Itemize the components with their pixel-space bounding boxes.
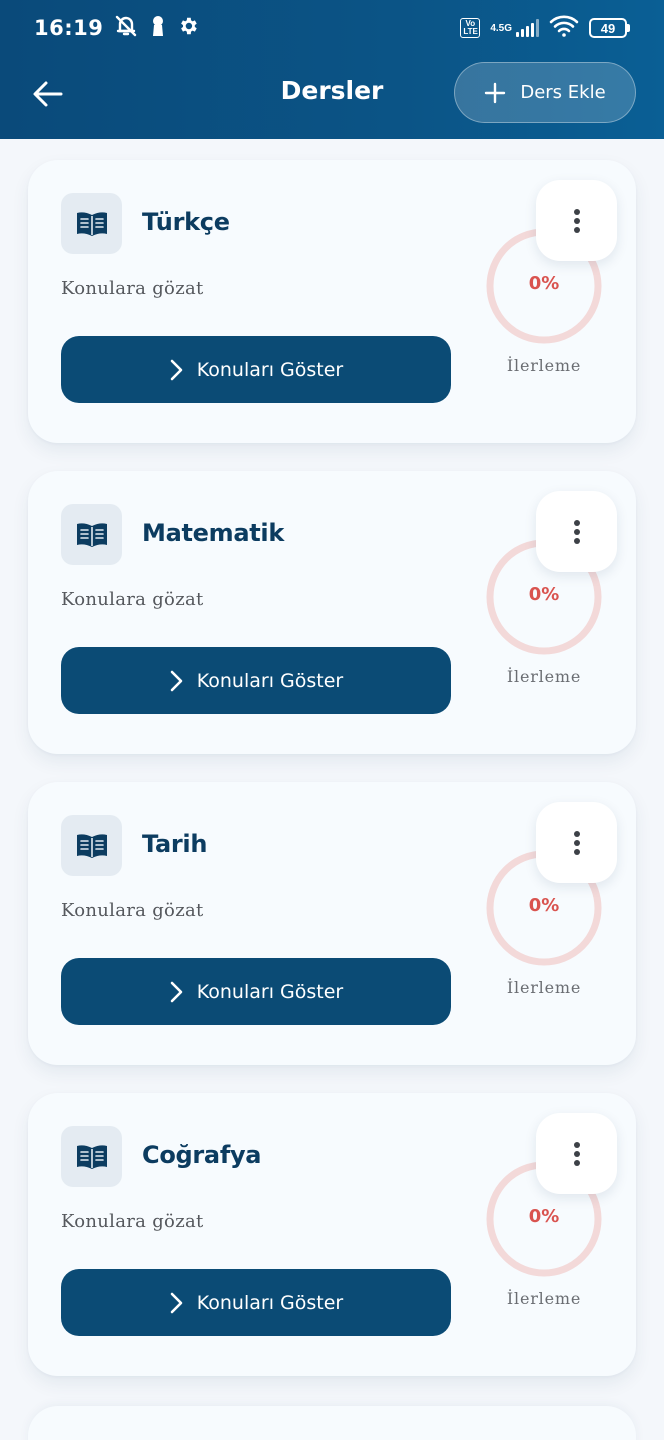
- show-topics-button[interactable]: Konuları Göster: [61, 647, 451, 714]
- wifi-icon: [549, 14, 579, 43]
- course-card: Coğrafya Konulara gözat Konuları Göster …: [28, 1093, 636, 1376]
- more-options-button[interactable]: [536, 1113, 617, 1194]
- more-options-button[interactable]: [536, 802, 617, 883]
- course-title: Matematik: [142, 519, 284, 547]
- course-subtitle: Konulara gözat: [61, 900, 204, 921]
- status-bar: 16:19 Vo LTE 4.5G 49: [0, 0, 664, 56]
- add-course-label: Ders Ekle: [520, 82, 606, 103]
- more-vertical-icon: [573, 519, 580, 544]
- show-topics-label: Konuları Göster: [196, 1291, 344, 1314]
- more-options-button[interactable]: [536, 180, 617, 261]
- chevron-right-icon: [170, 981, 183, 1002]
- course-title: Coğrafya: [142, 1141, 262, 1169]
- course-card: Türkçe Konulara gözat Konuları Göster 0%…: [28, 160, 636, 443]
- course-icon-box: [61, 504, 122, 565]
- nav-bar: Dersler Ders Ekle: [0, 56, 664, 128]
- book-icon: [76, 522, 107, 547]
- battery-icon: 49: [589, 18, 630, 38]
- plus-icon: [485, 82, 506, 103]
- progress-label: İlerleme: [506, 667, 582, 686]
- arrow-left-icon: [33, 81, 63, 107]
- course-list: Türkçe Konulara gözat Konuları Göster 0%…: [28, 160, 636, 1404]
- progress-percent: 0%: [528, 273, 560, 294]
- more-vertical-icon: [573, 830, 580, 855]
- chevron-right-icon: [170, 670, 183, 691]
- status-right-icons: Vo LTE 4.5G 49: [460, 14, 630, 43]
- course-subtitle: Konulara gözat: [61, 278, 204, 299]
- more-vertical-icon: [573, 208, 580, 233]
- course-subtitle: Konulara gözat: [61, 1211, 204, 1232]
- status-time: 16:19: [34, 16, 104, 40]
- progress-percent: 0%: [528, 1206, 560, 1227]
- settings-gear-icon: [177, 15, 199, 42]
- notification-muted-icon: [113, 13, 139, 44]
- status-left-icons: [113, 13, 199, 44]
- course-icon-box: [61, 193, 122, 254]
- show-topics-label: Konuları Göster: [196, 980, 344, 1003]
- volte-badge: Vo LTE: [460, 18, 481, 38]
- chevron-right-icon: [170, 1292, 183, 1313]
- signal-strength-icon: [516, 19, 539, 37]
- more-options-button[interactable]: [536, 491, 617, 572]
- show-topics-button[interactable]: Konuları Göster: [61, 958, 451, 1025]
- app-header: 16:19 Vo LTE 4.5G 49 Dersler Ders Ekle: [0, 0, 664, 139]
- progress-percent: 0%: [528, 895, 560, 916]
- chevron-right-icon: [170, 359, 183, 380]
- book-icon: [76, 833, 107, 858]
- course-title: Türkçe: [142, 208, 230, 236]
- show-topics-button[interactable]: Konuları Göster: [61, 1269, 451, 1336]
- course-card: Matematik Konulara gözat Konuları Göster…: [28, 471, 636, 754]
- back-button[interactable]: [28, 74, 68, 114]
- course-icon-box: [61, 1126, 122, 1187]
- progress-label: İlerleme: [506, 978, 582, 997]
- network-type: 4.5G: [490, 22, 512, 34]
- more-vertical-icon: [573, 1141, 580, 1166]
- course-card: Tarih Konulara gözat Konuları Göster 0% …: [28, 782, 636, 1065]
- show-topics-label: Konuları Göster: [196, 669, 344, 692]
- keyhole-icon: [151, 15, 165, 42]
- progress-label: İlerleme: [506, 356, 582, 375]
- book-icon: [76, 1144, 107, 1169]
- course-icon-box: [61, 815, 122, 876]
- course-subtitle: Konulara gözat: [61, 589, 204, 610]
- add-course-button[interactable]: Ders Ekle: [454, 62, 636, 123]
- course-title: Tarih: [142, 830, 208, 858]
- progress-percent: 0%: [528, 584, 560, 605]
- next-course-card-peek[interactable]: [28, 1406, 636, 1440]
- book-icon: [76, 211, 107, 236]
- show-topics-button[interactable]: Konuları Göster: [61, 336, 451, 403]
- progress-label: İlerleme: [506, 1289, 582, 1308]
- show-topics-label: Konuları Göster: [196, 358, 344, 381]
- battery-level: 49: [589, 18, 627, 38]
